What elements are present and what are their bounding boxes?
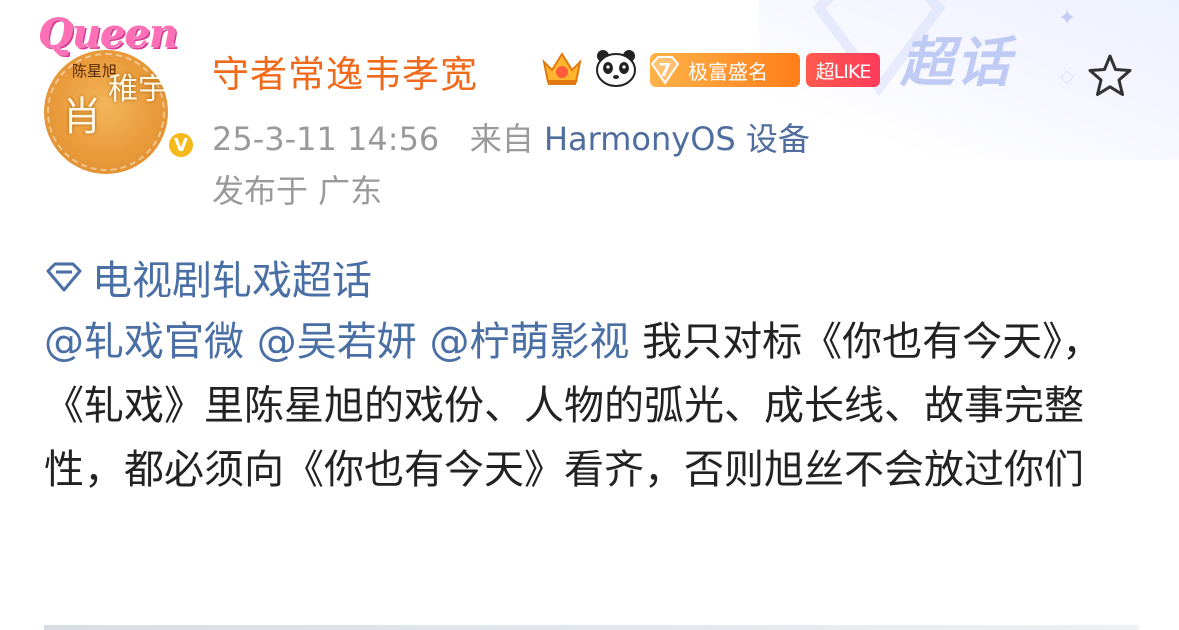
supertopic-diamond-icon bbox=[46, 262, 82, 292]
avatar-name-large-2: 稚宇 bbox=[108, 72, 168, 107]
sparkle-icon: ◇ bbox=[1060, 66, 1074, 87]
level-number: 7 bbox=[658, 59, 672, 81]
sparkle-icon: ✦ bbox=[1058, 6, 1077, 31]
verified-badge-icon: V bbox=[166, 130, 196, 160]
mention-link[interactable]: @柠萌影视 bbox=[429, 319, 629, 365]
mention-link[interactable]: @吴若妍 bbox=[257, 319, 417, 365]
supertopic-name: 电视剧轧戏超话 bbox=[92, 258, 372, 304]
source-device-link[interactable]: HarmonyOS 设备 bbox=[544, 120, 810, 158]
mention-link[interactable]: @轧戏官微 bbox=[44, 319, 244, 365]
panda-badge-icon[interactable] bbox=[594, 48, 638, 88]
fan-level-badge[interactable]: 7 极富盛名 bbox=[650, 53, 800, 87]
avatar-image: 陈星旭 肖 稚宇 bbox=[44, 50, 168, 174]
crown-badge-icon[interactable] bbox=[540, 48, 584, 88]
avatar-frame-queen: Queen bbox=[38, 10, 178, 57]
avatar-name-large-1: 肖 bbox=[62, 94, 102, 140]
supertopic-link[interactable]: 电视剧轧戏超话 bbox=[44, 248, 372, 306]
username[interactable]: 守者常逸韦孝宽 bbox=[212, 44, 478, 98]
post-location: 发布于 广东 bbox=[212, 172, 383, 210]
level-text: 极富盛名 bbox=[688, 59, 768, 84]
level-diamond-icon: 7 bbox=[648, 53, 682, 87]
post-meta: 25-3-11 14:56 来自 HarmonyOS 设备 bbox=[212, 114, 810, 160]
post-body: @轧戏官微 @吴若妍 @柠萌影视 我只对标《你也有今天》，《轧戏》里陈星旭的戏份… bbox=[44, 310, 1144, 502]
post-timestamp: 25-3-11 14:56 bbox=[212, 120, 440, 158]
super-like-badge[interactable]: 超LIKE bbox=[806, 53, 880, 87]
user-avatar[interactable]: 陈星旭 肖 稚宇 Queen V bbox=[38, 10, 196, 174]
image-preview-edge[interactable] bbox=[44, 625, 1139, 630]
source-prefix: 来自 bbox=[469, 120, 534, 158]
star-outline-icon[interactable] bbox=[1084, 50, 1136, 102]
supertopic-logo: 超话 bbox=[900, 31, 1012, 94]
